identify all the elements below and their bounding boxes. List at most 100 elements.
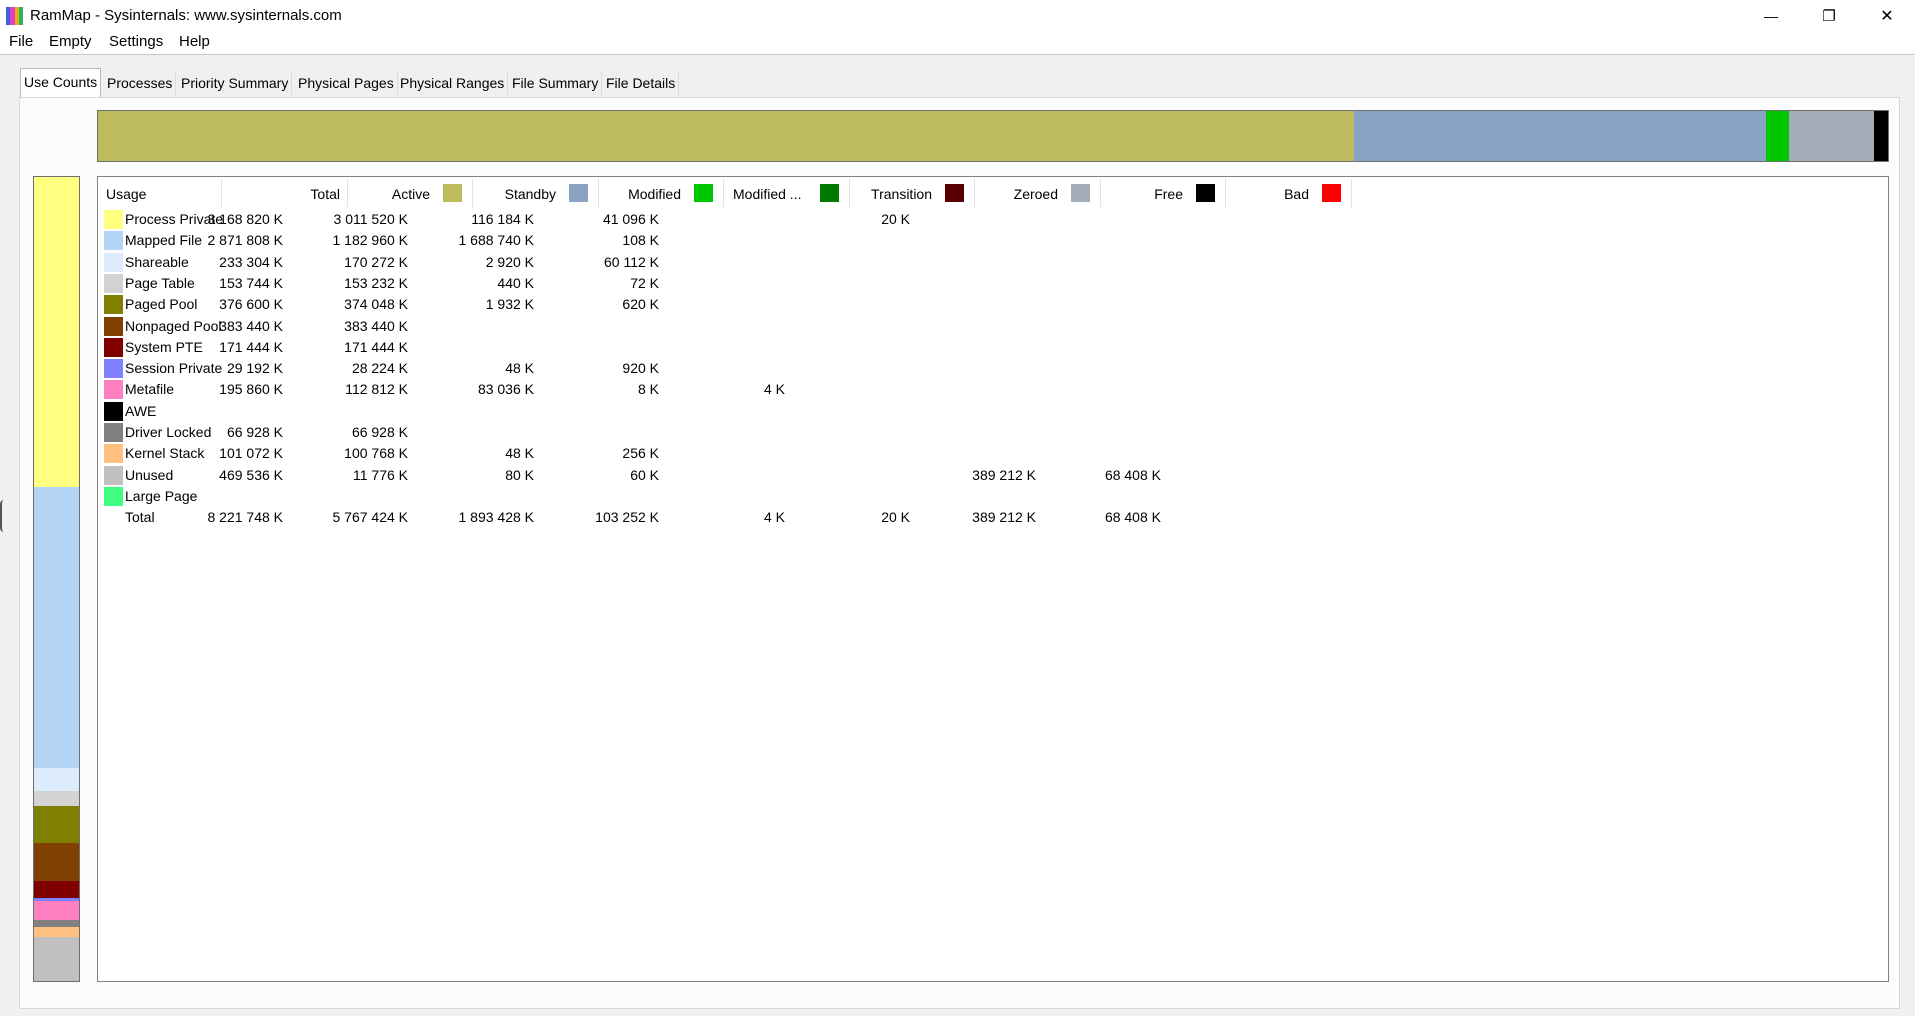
col-standby-swatch — [569, 184, 588, 202]
usage-name: Nonpaged Pool — [125, 317, 222, 334]
cell-standby: 2 920 K — [485, 253, 534, 270]
usage-color-swatch — [104, 231, 123, 251]
cell-standby: 440 K — [497, 274, 534, 291]
side-bar-paged-pool — [34, 806, 79, 843]
cell-standby: 1 932 K — [485, 296, 534, 313]
side-bar-shareable — [34, 768, 79, 791]
usage-name: Unused — [125, 466, 174, 483]
table-row[interactable]: Total 8 221 748 K 5 767 424 K 1 893 428 K 10… — [104, 507, 1324, 528]
usage-name: System PTE — [125, 338, 203, 355]
col-active-swatch — [443, 184, 462, 202]
menu-empty[interactable]: Empty — [49, 33, 92, 50]
cell-active: 3 011 520 K — [333, 211, 408, 227]
usage-name: Large Page — [125, 487, 198, 504]
usage-name: Kernel Stack — [125, 445, 205, 462]
tab-use-counts[interactable]: Use Counts — [20, 68, 102, 97]
top-bar-free — [1874, 111, 1888, 161]
col-bad-swatch — [1322, 184, 1341, 202]
tab-processes[interactable]: Processes — [104, 71, 177, 95]
table-row[interactable]: Session Private 29 192 K 28 224 K 48 K 920 K — [104, 358, 1324, 379]
cell-total: 101 072 K — [219, 445, 283, 462]
table-row[interactable]: Driver Locked 66 928 K 66 928 K — [104, 422, 1324, 443]
cell-modified: 103 252 K — [595, 509, 659, 526]
col-header-active[interactable]: Active — [348, 179, 473, 207]
splitter-handle[interactable] — [0, 500, 6, 532]
col-modified-no-write-label: Modified ... — [733, 186, 802, 202]
table-row[interactable]: Metafile 195 860 K 112 812 K 83 036 K 8 K 4 K — [104, 379, 1324, 400]
memory-state-bar — [97, 110, 1889, 162]
usage-color-swatch — [104, 273, 123, 293]
cell-active: 171 444 K — [344, 338, 408, 355]
col-header-transition[interactable]: Transition — [850, 179, 975, 207]
tab-priority-summary[interactable]: Priority Summary — [178, 71, 293, 95]
col-zeroed-swatch — [1071, 184, 1090, 202]
cell-active: 66 928 K — [351, 424, 408, 440]
table-row[interactable]: AWE — [104, 401, 1324, 422]
maximize-button[interactable]: ❐ — [1800, 0, 1858, 32]
col-header-standby[interactable]: Standby — [473, 179, 599, 207]
top-bar-active — [98, 111, 1354, 161]
usage-bar — [33, 176, 80, 982]
tab-physical-pages[interactable]: Physical Pages — [295, 71, 398, 95]
cell-active: 383 440 K — [344, 317, 408, 334]
cell-standby: 1 893 428 K — [458, 509, 534, 526]
menu-file[interactable]: File — [9, 33, 33, 50]
col-header-usage[interactable]: Usage — [103, 179, 222, 207]
table-row[interactable]: System PTE 171 444 K 171 444 K — [104, 337, 1324, 358]
cell-total: 469 536 K — [219, 466, 283, 483]
top-bar-standby — [1354, 111, 1766, 161]
cell-modified-no-write: 4 K — [763, 509, 785, 526]
col-header-free[interactable]: Free — [1101, 179, 1226, 207]
usage-color-swatch — [104, 486, 123, 506]
table-row[interactable]: Shareable 233 304 K 170 272 K 2 920 K 60 112… — [104, 252, 1324, 273]
cell-standby: 48 K — [505, 360, 534, 377]
side-bar-kernel-stack — [34, 927, 79, 937]
cell-total: 2 871 808 K — [207, 232, 283, 249]
table-row[interactable]: Paged Pool 376 600 K 374 048 K 1 932 K 620 K — [104, 294, 1324, 315]
table-row[interactable]: Nonpaged Pool 383 440 K 383 440 K — [104, 316, 1324, 337]
tab-file-details[interactable]: File Details — [603, 71, 680, 95]
cell-zeroed: 389 212 K — [972, 509, 1036, 526]
menu-help[interactable]: Help — [179, 33, 210, 50]
cell-total: 233 304 K — [219, 253, 283, 270]
col-header-zeroed[interactable]: Zeroed — [975, 179, 1101, 207]
close-button[interactable]: ✕ — [1858, 0, 1915, 32]
minimize-button[interactable]: — — [1742, 0, 1800, 32]
cell-active: 100 768 K — [344, 445, 408, 462]
col-header-bad[interactable]: Bad — [1226, 179, 1352, 207]
usage-name: Metafile — [125, 381, 175, 398]
col-transition-label: Transition — [871, 186, 932, 202]
col-standby-label: Standby — [504, 186, 556, 202]
table-row[interactable]: Mapped File 2 871 808 K 1 182 960 K 1 688 7… — [104, 230, 1324, 251]
table-row[interactable]: Unused 469 536 K 11 776 K 80 K 60 K 389 212 K… — [104, 465, 1324, 486]
top-bar-zeroed — [1789, 111, 1874, 161]
col-header-modified[interactable]: Modified — [599, 179, 724, 207]
table-row[interactable]: Kernel Stack 101 072 K 100 768 K 48 K 256 K — [104, 443, 1324, 464]
cell-total: 376 600 K — [219, 296, 283, 313]
cell-active: 28 224 K — [351, 360, 408, 377]
table-row[interactable]: Large Page — [104, 486, 1324, 507]
col-header-total[interactable]: Total — [222, 179, 348, 207]
cell-active: 1 182 960 K — [332, 232, 408, 249]
side-bar-system-pte — [34, 881, 79, 898]
cell-transition: 20 K — [881, 211, 910, 227]
tab-file-summary[interactable]: File Summary — [509, 71, 603, 95]
cell-modified: 620 K — [622, 296, 659, 313]
cell-modified: 60 112 K — [603, 253, 659, 270]
table-row[interactable]: Process Private 3 168 820 K3 011 520 K 116… — [104, 209, 1324, 230]
close-icon: ✕ — [1880, 8, 1894, 25]
table-row[interactable]: Page Table 153 744 K 153 232 K 440 K 72 K — [104, 273, 1324, 294]
cell-modified: 60 K — [630, 466, 659, 483]
usage-color-swatch — [104, 401, 123, 421]
menu-settings[interactable]: Settings — [109, 33, 163, 50]
usage-color-swatch — [104, 295, 123, 315]
cell-standby: 48 K — [505, 445, 534, 462]
cell-modified: 41 096 K — [602, 211, 659, 227]
cell-free: 68 408 K — [1104, 509, 1161, 526]
cell-total: 195 860 K — [219, 381, 283, 398]
minimize-icon: — — [1764, 8, 1778, 24]
cell-total: 66 928 K — [226, 424, 283, 440]
col-header-modified-no-write[interactable]: Modified ... — [724, 179, 850, 207]
usage-name: Page Table — [125, 274, 195, 291]
tab-physical-ranges[interactable]: Physical Ranges — [397, 71, 509, 95]
